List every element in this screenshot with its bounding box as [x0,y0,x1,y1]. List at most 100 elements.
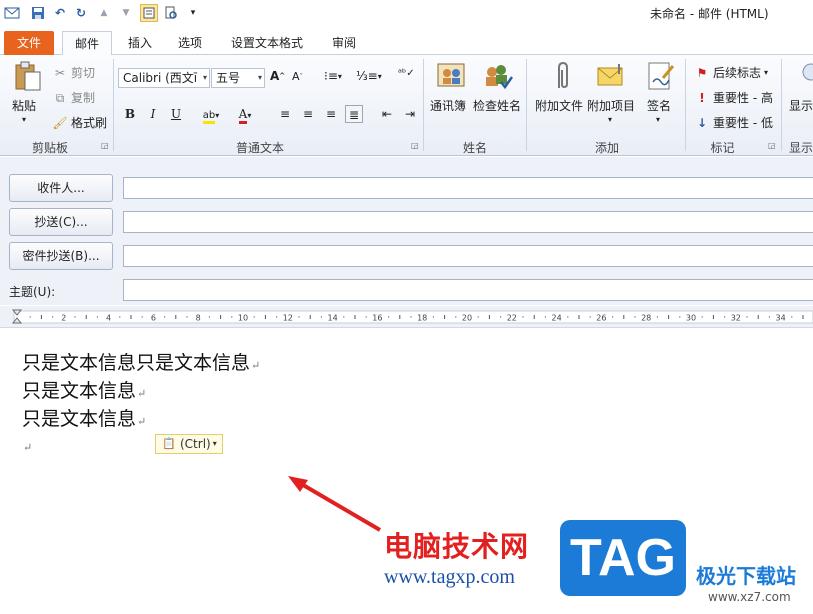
high-importance-button[interactable]: ! 重要性 - 高 [694,89,773,106]
bold-icon[interactable]: B [121,105,139,123]
form-view-icon[interactable] [140,4,158,22]
redo-icon[interactable]: ↻ [73,5,89,21]
copy-button[interactable]: ⧉ 复制 [52,89,95,106]
tab-message[interactable]: 邮件 [62,31,112,56]
font-name-dropdown[interactable]: Calibri (西文ī ▾ [118,68,210,88]
follow-up-label: 后续标志 [713,66,762,80]
justify-icon[interactable]: ≣ [345,105,363,123]
font-size-dropdown[interactable]: 五号 ▾ [211,68,265,88]
ruler-minor-tick [119,316,121,318]
ruler-minor-tick [567,316,569,318]
ruler-tick-label: 20 [462,314,472,323]
watermark-tag-logo: TAG [560,520,686,596]
paintbrush-icon: 🖌 [52,115,68,130]
bcc-button[interactable]: 密件抄送(B)... [9,242,113,270]
cut-button[interactable]: ✂ 剪切 [52,64,95,81]
ruler-minor-tick [611,316,614,318]
scissors-icon: ✂ [54,65,66,80]
grow-font-icon[interactable]: A ^ [270,69,285,83]
ruler-minor-tick [343,316,345,318]
message-body[interactable]: 只是文本信息只是文本信息↵ 只是文本信息↵ 只是文本信息↵ ↵ 📋 (Ctrl) ▾… [0,328,813,614]
ruler-minor-tick [29,316,31,318]
paste-icon[interactable] [12,60,44,92]
bullets-icon[interactable]: ⁝≡ ▾ [324,69,342,83]
ruler-minor-tick [589,316,591,318]
ruler-minor-tick [656,316,659,318]
group-label-tags: 标记 [710,141,735,155]
to-button[interactable]: 收件人... [9,174,113,202]
to-field[interactable] [123,177,813,199]
tab-format-text[interactable]: 设置文本格式 [222,31,312,55]
address-book-button[interactable]: 通讯簿 [430,97,466,114]
address-book-icon[interactable] [435,60,467,92]
follow-up-button[interactable]: ⚑ 后续标志 ▾ [694,64,768,81]
attach-item-dropdown-icon[interactable]: ▾ [608,115,612,124]
spell-check-icon[interactable]: ᵃᵇ✓ [398,68,415,79]
check-names-button[interactable]: 检查姓名 [473,97,521,114]
outlook-app-icon[interactable] [4,5,20,21]
ruler-minor-tick [298,316,300,318]
subject-label: 主题(U): [9,285,56,299]
align-left-icon[interactable]: ≡ [276,105,294,123]
ruler-tick-label: 4 [106,314,111,323]
tab-review[interactable]: 审阅 [322,31,366,55]
align-right-icon[interactable]: ≡ [322,105,340,123]
check-names-icon[interactable] [481,60,514,92]
shrink-font-icon[interactable]: Aˇ [292,70,303,83]
ruler[interactable]: 2 4 6 8 10 12 14 16 18 20 22 24 26 28 30 32 34 [0,306,813,328]
body-line-text: 只是文本信息 [22,380,137,402]
tab-insert[interactable]: 插入 [118,31,162,55]
customize-toolbar-icon[interactable]: ▾ [185,5,201,21]
paperclip-icon[interactable] [545,60,577,92]
signature-button[interactable]: 签名 [647,97,671,114]
ruler-minor-tick [365,316,367,318]
ruler-tick-label: 34 [776,314,786,323]
increase-indent-icon[interactable]: ⇥ [401,105,419,123]
bcc-field[interactable] [123,245,813,267]
signature-dropdown-icon[interactable]: ▾ [656,115,660,124]
previous-item-icon[interactable]: ▲ [96,5,112,21]
paste-options-label: (Ctrl) [180,437,211,451]
save-icon[interactable] [30,5,46,21]
ruler-minor-tick [96,316,99,318]
underline-icon[interactable]: U [167,105,185,123]
italic-icon[interactable]: I [144,105,162,123]
numbering-icon[interactable]: ⅓≡ ▾ [356,69,382,83]
tab-file[interactable]: 文件 [4,31,54,55]
paste-options-button[interactable]: 📋 (Ctrl) ▾ [155,434,223,454]
tab-options[interactable]: 选项 [168,31,212,55]
paragraph-mark-icon: ↵ [251,359,261,372]
signature-icon[interactable] [645,60,677,92]
low-importance-button[interactable]: ↓ 重要性 - 低 [694,114,773,131]
clipboard-launcher-icon[interactable]: ◲ [101,141,109,150]
paste-button[interactable]: 粘贴 [12,97,36,114]
next-item-icon[interactable]: ▼ [118,5,134,21]
paste-dropdown-icon[interactable]: ▾ [22,115,26,124]
format-painter-button[interactable]: 🖌 格式刷 [52,114,107,131]
title-bar: ↶ ↻ ▲ ▼ ▾ 未命名 - 邮件 (HTML) [0,0,813,28]
window-title: 未命名 - 邮件 (HTML) [650,7,769,21]
cc-field[interactable] [123,211,813,233]
ruler-minor-tick [163,316,166,318]
decrease-indent-icon[interactable]: ⇤ [378,105,396,123]
ruler-minor-tick [432,316,435,318]
basic-text-launcher-icon[interactable]: ◲ [411,141,419,150]
attach-item-icon[interactable] [595,60,627,92]
undo-icon[interactable]: ↶ [52,5,68,21]
ruler-minor-tick [231,316,233,318]
align-center-icon[interactable]: ≡ [299,105,317,123]
paragraph-mark-icon: ↵ [137,387,147,400]
print-preview-icon[interactable] [163,5,179,21]
font-color-icon[interactable]: A▾ [232,105,258,124]
highlight-color-icon[interactable]: ab▾ [198,105,224,124]
attach-item-button[interactable]: 附加项目 [587,97,635,114]
tags-launcher-icon[interactable]: ◲ [768,141,776,150]
ruler-minor-tick [768,316,771,318]
show-fields-icon[interactable] [795,60,813,92]
subject-field[interactable] [123,279,813,301]
chevron-down-icon: ▾ [257,73,262,82]
cc-button[interactable]: 抄送(C)... [9,208,113,236]
ruler-minor-tick [141,316,143,318]
attach-file-button[interactable]: 附加文件 [535,97,583,114]
show-fields-button[interactable]: 显示 [789,97,813,114]
